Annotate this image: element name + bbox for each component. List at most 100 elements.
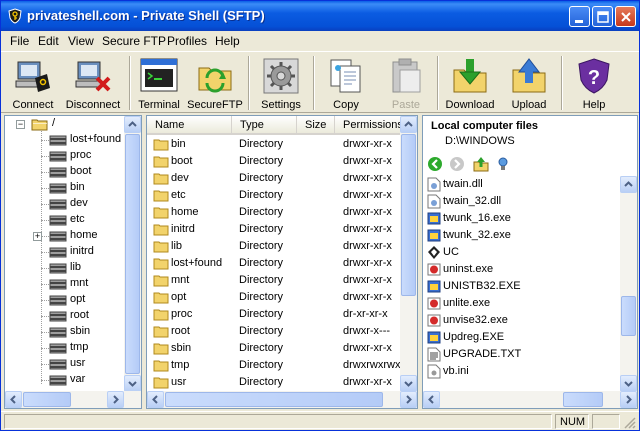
scroll-left-button[interactable]	[147, 391, 164, 408]
folder-icon	[153, 291, 169, 304]
local-horizontal-scrollbar[interactable]	[423, 391, 637, 408]
remote-file-list[interactable]: Name Type Size Permissions bin Directory d…	[146, 115, 418, 409]
forward-arrow-icon[interactable]	[449, 156, 465, 172]
file-row[interactable]: opt Directory drwxr-xr-x	[147, 289, 401, 306]
menu-edit[interactable]: Edit	[38, 34, 59, 48]
copy-button[interactable]: Copy	[318, 54, 374, 112]
local-file-row[interactable]: unlite.exe	[425, 295, 619, 312]
remote-folder-tree[interactable]: − / lost+found proc boot bin dev etc + home initrd…	[4, 115, 142, 409]
scroll-up-button[interactable]	[620, 176, 637, 193]
scroll-thumb[interactable]	[401, 134, 416, 296]
disconnect-button[interactable]: Disconnect	[65, 54, 121, 112]
toolbar: Connect Disconnect Terminal SecureFTP Se…	[1, 51, 639, 113]
upload-button[interactable]: Upload	[501, 54, 557, 112]
title-bar[interactable]: privateshell.com - Private Shell (SFTP)	[1, 1, 639, 31]
files-horizontal-scrollbar[interactable]	[147, 391, 417, 408]
local-file-row[interactable]: twunk_16.exe	[425, 210, 619, 227]
help-button[interactable]: ? Help	[566, 54, 622, 112]
status-panel	[592, 414, 620, 429]
terminal-button[interactable]: Terminal	[131, 54, 187, 112]
menu-file[interactable]: File	[10, 34, 29, 48]
local-file-row[interactable]: Updreg.EXE	[425, 329, 619, 346]
local-file-row[interactable]: twunk_32.exe	[425, 227, 619, 244]
scroll-right-button[interactable]	[620, 391, 637, 408]
local-vertical-scrollbar[interactable]	[620, 176, 637, 392]
file-row[interactable]: usr Directory drwxr-xr-x	[147, 374, 401, 391]
file-type: Directory	[239, 359, 284, 371]
local-file-row[interactable]: UPGRADE.TXT	[425, 346, 619, 363]
file-permissions: drwxr-xr-x	[343, 138, 392, 150]
file-row[interactable]: bin Directory drwxr-xr-x	[147, 136, 401, 153]
file-row[interactable]: etc Directory drwxr-xr-x	[147, 187, 401, 204]
file-row[interactable]: proc Directory dr-xr-xr-x	[147, 306, 401, 323]
close-button[interactable]	[615, 6, 636, 27]
local-file-row[interactable]: twain_32.dll	[425, 193, 619, 210]
file-row[interactable]: mnt Directory drwxr-xr-x	[147, 272, 401, 289]
local-file-name: UNISTB32.EXE	[443, 280, 521, 292]
maximize-button[interactable]	[592, 6, 613, 27]
scroll-left-button[interactable]	[423, 391, 440, 408]
scroll-down-button[interactable]	[620, 375, 637, 392]
column-header-permissions[interactable]: Permissions	[335, 116, 403, 135]
folder-icon	[153, 274, 169, 287]
file-row[interactable]: root Directory drwxr-x---	[147, 323, 401, 340]
tree-collapse-toggle[interactable]: −	[16, 120, 25, 129]
resize-grip-icon[interactable]	[623, 416, 636, 429]
refresh-icon[interactable]	[495, 156, 511, 172]
scroll-right-button[interactable]	[107, 391, 124, 408]
local-file-row[interactable]: uninst.exe	[425, 261, 619, 278]
file-row[interactable]: sbin Directory drwxr-xr-x	[147, 340, 401, 357]
local-file-row[interactable]: UC	[425, 244, 619, 261]
tree-horizontal-scrollbar[interactable]	[5, 391, 141, 408]
download-button[interactable]: Download	[442, 54, 498, 112]
up-folder-icon[interactable]	[473, 156, 489, 172]
folder-icon	[49, 181, 67, 195]
column-header-type[interactable]: Type	[232, 116, 297, 135]
menu-profiles[interactable]: Profiles	[167, 34, 207, 48]
scroll-down-button[interactable]	[124, 375, 141, 392]
local-file-row[interactable]: vb.ini	[425, 363, 619, 380]
scroll-up-button[interactable]	[400, 116, 417, 133]
local-file-row[interactable]: UNISTB32.EXE	[425, 278, 619, 295]
local-files-pane[interactable]: Local computer files D:\WINDOWS twain.dl…	[422, 115, 638, 409]
local-file-row[interactable]: twain.dll	[425, 176, 619, 193]
file-row[interactable]: lib Directory drwxr-xr-x	[147, 238, 401, 255]
scroll-thumb[interactable]	[621, 296, 636, 336]
scroll-left-button[interactable]	[5, 391, 22, 408]
scroll-right-button[interactable]	[400, 391, 417, 408]
connect-button[interactable]: Connect	[5, 54, 61, 112]
settings-button[interactable]: Settings	[253, 54, 309, 112]
file-row[interactable]: boot Directory drwxr-xr-x	[147, 153, 401, 170]
scroll-thumb[interactable]	[563, 392, 603, 407]
files-vertical-scrollbar[interactable]	[400, 116, 417, 392]
tree-expand-toggle[interactable]: +	[33, 232, 42, 241]
scroll-thumb[interactable]	[125, 134, 140, 374]
exe-file-icon	[427, 330, 441, 345]
secureftp-button[interactable]: SecureFTP	[187, 54, 243, 112]
secure-ftp-folder-icon	[198, 67, 232, 93]
file-row[interactable]: tmp Directory drwxrwxrwx	[147, 357, 401, 374]
column-header-name[interactable]: Name	[147, 116, 232, 135]
scroll-thumb[interactable]	[165, 392, 383, 407]
scroll-up-button[interactable]	[124, 116, 141, 133]
chevron-left-icon	[428, 395, 434, 404]
scroll-thumb[interactable]	[23, 392, 71, 407]
scroll-down-button[interactable]	[400, 375, 417, 392]
menu-help[interactable]: Help	[215, 34, 240, 48]
menu-view[interactable]: View	[68, 34, 94, 48]
file-row[interactable]: lost+found Directory drwxr-xr-x	[147, 255, 401, 272]
local-pane-title: Local computer files	[431, 120, 538, 132]
tree-vertical-scrollbar[interactable]	[124, 116, 141, 392]
terminal-icon	[140, 58, 178, 92]
folder-icon	[49, 261, 67, 275]
file-row[interactable]: home Directory drwxr-xr-x	[147, 204, 401, 221]
file-type: Directory	[239, 342, 284, 354]
column-header-size[interactable]: Size	[297, 116, 335, 135]
minimize-button[interactable]	[569, 6, 590, 27]
file-row[interactable]: initrd Directory drwxr-xr-x	[147, 221, 401, 238]
local-file-row[interactable]: unvise32.exe	[425, 312, 619, 329]
file-row[interactable]: dev Directory drwxr-xr-x	[147, 170, 401, 187]
menu-secure-ftp[interactable]: Secure FTP	[102, 34, 166, 48]
back-arrow-icon[interactable]	[427, 156, 443, 172]
paste-button[interactable]: Paste	[378, 54, 434, 112]
